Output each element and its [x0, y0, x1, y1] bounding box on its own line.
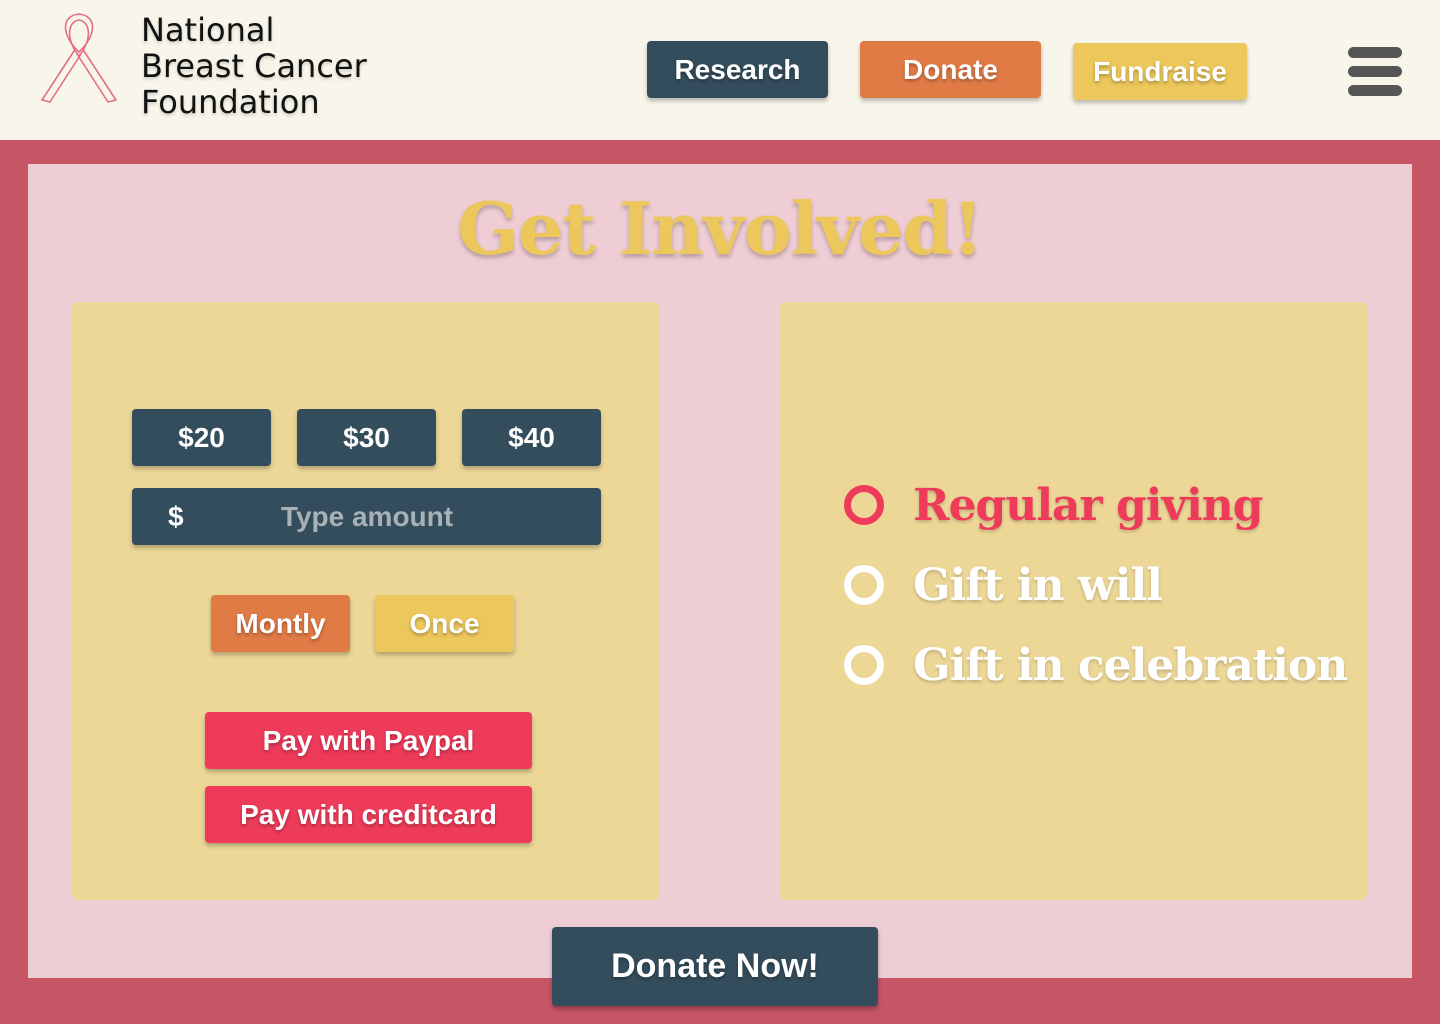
menu-bar — [1348, 66, 1402, 77]
amount-30-button[interactable]: $30 — [297, 409, 436, 466]
menu-bar — [1348, 47, 1402, 58]
donate-button[interactable]: Donate — [860, 41, 1041, 98]
amount-20-button[interactable]: $20 — [132, 409, 271, 466]
radio-button-icon[interactable] — [844, 565, 884, 605]
radio-option-regular-giving[interactable]: Regular giving — [844, 475, 1264, 535]
radio-button-icon[interactable] — [844, 645, 884, 685]
monthly-frequency-button[interactable]: Montly — [211, 595, 350, 652]
giving-options-card: Regular giving Gift in will Gift in cele… — [779, 302, 1367, 900]
radio-option-gift-in-celebration[interactable]: Gift in celebration — [844, 635, 1348, 695]
get-involved-panel: Get Involved! $20 $30 $40 $ Montly Once … — [28, 164, 1412, 978]
pay-with-paypal-button[interactable]: Pay with Paypal — [205, 712, 532, 769]
radio-option-label: Gift in celebration — [913, 639, 1348, 691]
donation-card: $20 $30 $40 $ Montly Once Pay with Paypa… — [72, 302, 660, 900]
radio-option-label: Regular giving — [913, 479, 1264, 531]
donate-now-button[interactable]: Donate Now! — [552, 927, 878, 1006]
radio-option-label: Gift in will — [913, 559, 1163, 611]
menu-bar — [1348, 85, 1402, 96]
amount-40-button[interactable]: $40 — [462, 409, 601, 466]
fundraise-button[interactable]: Fundraise — [1073, 43, 1247, 100]
custom-amount-input[interactable] — [212, 488, 522, 545]
radio-option-gift-in-will[interactable]: Gift in will — [844, 555, 1163, 615]
radio-button-icon[interactable] — [844, 485, 884, 525]
org-name-line2: Breast Cancer — [141, 47, 367, 85]
org-name-line3: Foundation — [141, 83, 320, 121]
hamburger-menu-icon[interactable] — [1348, 47, 1402, 97]
custom-amount-field: $ — [132, 488, 601, 545]
once-frequency-button[interactable]: Once — [375, 595, 514, 652]
research-button[interactable]: Research — [647, 41, 828, 98]
org-name-line1: National — [141, 11, 275, 49]
pay-with-creditcard-button[interactable]: Pay with creditcard — [205, 786, 532, 843]
page-title: Get Involved! — [457, 186, 983, 271]
organization-name: National Breast Cancer Foundation — [141, 12, 367, 120]
site-header: National Breast Cancer Foundation Resear… — [0, 0, 1440, 140]
pink-ribbon-icon — [40, 13, 118, 103]
currency-symbol: $ — [168, 501, 184, 532]
